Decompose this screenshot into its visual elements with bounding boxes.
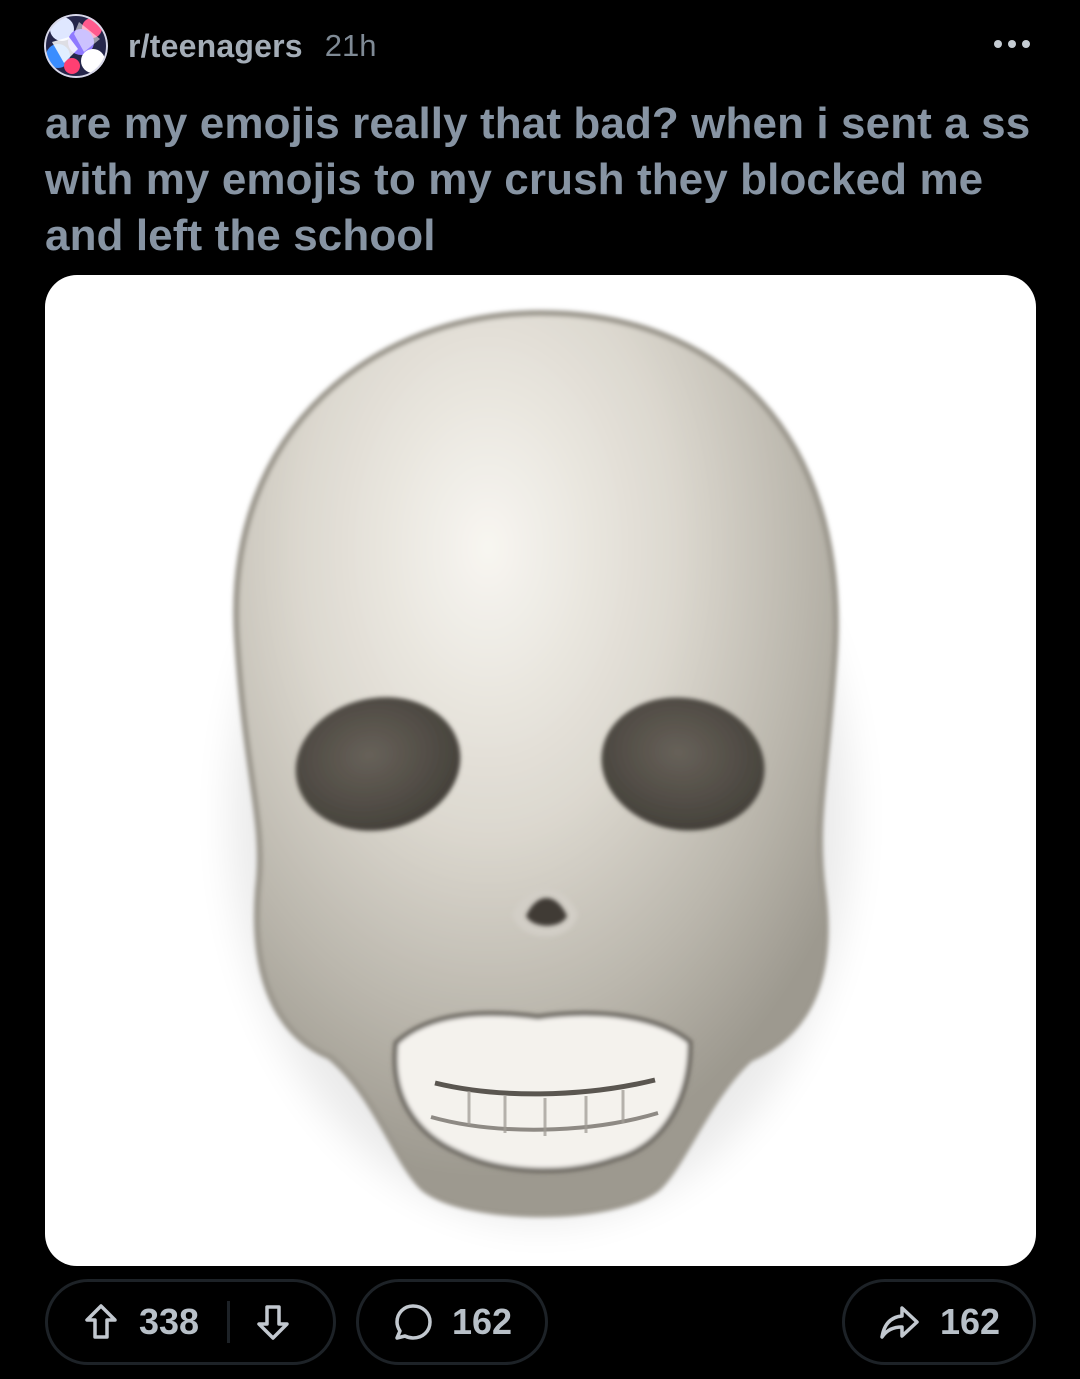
upvote-arrow-icon (85, 1304, 117, 1339)
subreddit-name[interactable]: r/teenagers (128, 28, 303, 65)
more-icon (994, 40, 1030, 48)
upvote-count: 338 (139, 1301, 200, 1342)
post-title[interactable]: are my emojis really that bad? when i se… (45, 96, 1035, 264)
skull-emoji-image (231, 309, 851, 1222)
downvote-button[interactable] (253, 1302, 293, 1342)
vote-divider (227, 1301, 231, 1343)
post-image[interactable] (45, 275, 1036, 1266)
comment-count: 162 (452, 1301, 513, 1342)
comment-icon-wrap (392, 1301, 434, 1343)
vote-control: 338 (45, 1279, 336, 1365)
post-age: 21h (324, 28, 377, 63)
share-icon-wrap (878, 1302, 922, 1342)
post-header: r/teenagers 21h (44, 14, 1036, 78)
comments-button[interactable]: 162 (356, 1279, 548, 1365)
more-options-button[interactable] (990, 30, 1034, 58)
share-count: 162 (940, 1301, 1001, 1342)
downvote-arrow-icon (257, 1305, 289, 1340)
share-arrow-icon (880, 1306, 919, 1339)
comment-bubble-icon (395, 1304, 432, 1340)
share-button[interactable]: 162 (842, 1279, 1036, 1365)
upvote-button[interactable] (81, 1302, 121, 1342)
subreddit-avatar[interactable] (44, 14, 108, 78)
